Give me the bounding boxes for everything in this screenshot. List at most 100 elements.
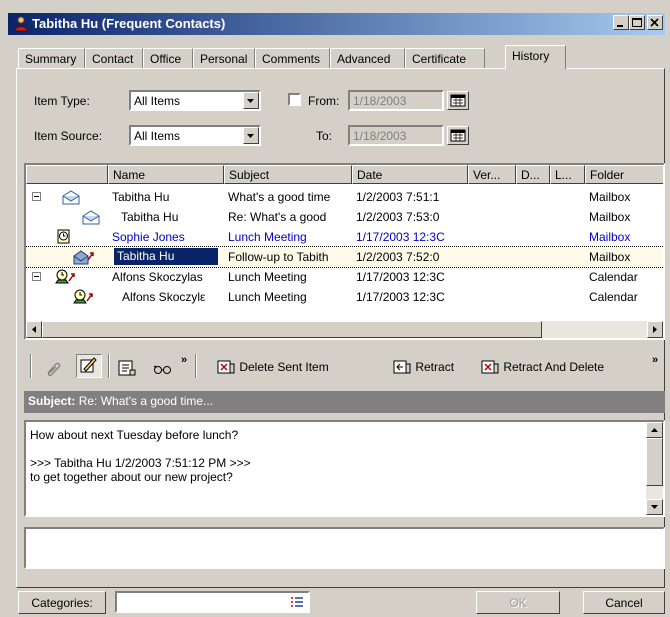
table-row[interactable]: Alfons Skoczylas Lunch Meeting 1/17/2003…: [26, 267, 663, 287]
cancel-label: Cancel: [605, 596, 643, 610]
column-label: Folder: [590, 168, 625, 182]
row-folder: Mailbox: [589, 230, 631, 244]
toolbar-separator: [108, 354, 110, 378]
window-title: Tabitha Hu (Frequent Contacts): [32, 16, 226, 31]
scroll-right-button[interactable]: [647, 321, 663, 338]
scroll-left-button[interactable]: [26, 321, 42, 338]
row-folder: Mailbox: [589, 250, 631, 264]
table-row[interactable]: Tabitha Hu What's a good time 1/2/2003 7…: [26, 187, 663, 207]
tab-advanced[interactable]: Advanced: [330, 48, 405, 69]
chevron-up-icon: [651, 428, 658, 432]
to-label: To:: [316, 129, 333, 143]
column-header-date[interactable]: Date: [352, 165, 468, 184]
notes-field[interactable]: [24, 527, 665, 569]
retract-label: Retract: [415, 360, 455, 374]
from-date-field[interactable]: 1/18/2003: [348, 90, 444, 111]
scroll-thumb[interactable]: [646, 438, 663, 486]
column-header-name[interactable]: Name: [108, 165, 224, 184]
table-row[interactable]: Alfons Skoczylε Lunch Meeting 1/17/2003 …: [26, 287, 663, 307]
glasses-icon: [153, 365, 171, 374]
tab-label: Office: [150, 52, 182, 66]
table-row[interactable]: Tabitha Hu Re: What's a good 1/2/2003 7:…: [26, 207, 663, 227]
collapse-toggle[interactable]: [32, 272, 41, 281]
collapse-toggle[interactable]: [32, 192, 41, 201]
calendar-icon: [450, 94, 466, 107]
item-type-label: Item Type:: [34, 94, 90, 108]
column-header-icon[interactable]: [26, 165, 108, 184]
item-source-dropdown[interactable]: All Items: [129, 125, 261, 146]
message-view-button[interactable]: [76, 354, 102, 378]
attachment-button[interactable]: [42, 354, 68, 378]
row-date: 1/17/2003 12:3C: [356, 230, 445, 244]
table-row[interactable]: Sophie Jones Lunch Meeting 1/17/2003 12:…: [26, 227, 663, 247]
column-header-d[interactable]: D...: [516, 165, 550, 184]
column-label: L...: [555, 168, 572, 182]
column-header-version[interactable]: Ver...: [468, 165, 516, 184]
scroll-down-button[interactable]: [646, 499, 663, 515]
tab-personal[interactable]: Personal: [193, 48, 255, 69]
row-subject: Lunch Meeting: [228, 290, 307, 304]
paperclip-icon: [47, 362, 61, 377]
tab-history[interactable]: History: [505, 45, 566, 70]
dialog-footer: Categories: OK Cancel: [0, 588, 670, 617]
history-list[interactable]: Name Subject Date Ver... D... L... Folde…: [24, 163, 665, 340]
list-icon[interactable]: [290, 596, 304, 608]
ok-button[interactable]: OK: [476, 591, 560, 614]
tab-office[interactable]: Office: [143, 48, 193, 69]
to-calendar-button[interactable]: [447, 126, 469, 145]
column-header-l[interactable]: L...: [550, 165, 585, 184]
row-date: 1/17/2003 12:3C: [356, 270, 445, 284]
item-type-dropdown[interactable]: All Items: [129, 90, 261, 111]
delete-sent-item-button[interactable]: Delete Sent Item: [216, 354, 329, 378]
horizontal-scrollbar[interactable]: [26, 321, 663, 338]
chevron-down-icon[interactable]: [243, 127, 259, 144]
maximize-button[interactable]: [629, 15, 645, 30]
close-button[interactable]: [647, 15, 663, 30]
row-name: Tabitha Hu: [114, 248, 218, 265]
scroll-up-button[interactable]: [646, 422, 663, 438]
row-name: Alfons Skoczylε: [122, 290, 206, 304]
retract-button[interactable]: Retract: [392, 354, 454, 378]
categories-field[interactable]: [115, 591, 310, 613]
chevron-right-icon: [653, 326, 657, 333]
tab-certificate[interactable]: Certificate: [405, 48, 485, 69]
ok-label: OK: [509, 596, 527, 610]
row-name: Alfons Skoczylas: [112, 270, 203, 284]
maximize-icon: [632, 18, 642, 27]
tab-contact[interactable]: Contact: [85, 48, 143, 69]
toolbar-overflow-chevron[interactable]: »: [652, 354, 658, 366]
column-label: Ver...: [473, 168, 501, 182]
column-header-subject[interactable]: Subject: [224, 165, 352, 184]
retract-and-delete-button[interactable]: Retract And Delete: [480, 354, 604, 378]
tab-summary[interactable]: Summary: [18, 48, 85, 69]
title-bar[interactable]: Tabitha Hu (Frequent Contacts): [8, 13, 665, 35]
properties-button[interactable]: [116, 354, 142, 378]
subject-label: Subject:: [28, 394, 76, 408]
calendar-icon: [450, 129, 466, 142]
from-checkbox[interactable]: [288, 93, 301, 106]
tab-label: Certificate: [412, 52, 467, 66]
column-header-folder[interactable]: Folder: [585, 165, 663, 184]
tab-label: Contact: [92, 52, 134, 66]
properties-icon: [118, 360, 136, 376]
read-receipt-button[interactable]: [152, 354, 178, 378]
item-source-value: All Items: [134, 129, 181, 143]
from-calendar-button[interactable]: [447, 91, 469, 110]
scroll-thumb[interactable]: [42, 321, 542, 338]
chevron-down-icon[interactable]: [243, 92, 259, 109]
to-date-field[interactable]: 1/18/2003: [348, 125, 444, 146]
retract-delete-icon: [481, 360, 499, 374]
table-row[interactable]: Tabitha Hu Follow-up to Tabith 1/2/2003 …: [26, 246, 663, 268]
minimize-icon: [617, 25, 623, 27]
appointment-icon: [57, 229, 70, 244]
history-toolbar: » Delete Sent Item Retract Retract And D…: [24, 352, 665, 380]
list-header: Name Subject Date Ver... D... L... Folde…: [26, 165, 663, 184]
vertical-scrollbar[interactable]: [646, 422, 663, 515]
toolbar-overflow-chevron[interactable]: »: [181, 354, 187, 366]
categories-button[interactable]: Categories:: [18, 591, 106, 614]
minimize-button[interactable]: [613, 15, 629, 30]
row-name: Sophie Jones: [112, 230, 185, 244]
tab-comments[interactable]: Comments: [255, 48, 330, 69]
message-body[interactable]: How about next Tuesday before lunch? >>>…: [24, 420, 665, 517]
cancel-button[interactable]: Cancel: [583, 591, 665, 614]
